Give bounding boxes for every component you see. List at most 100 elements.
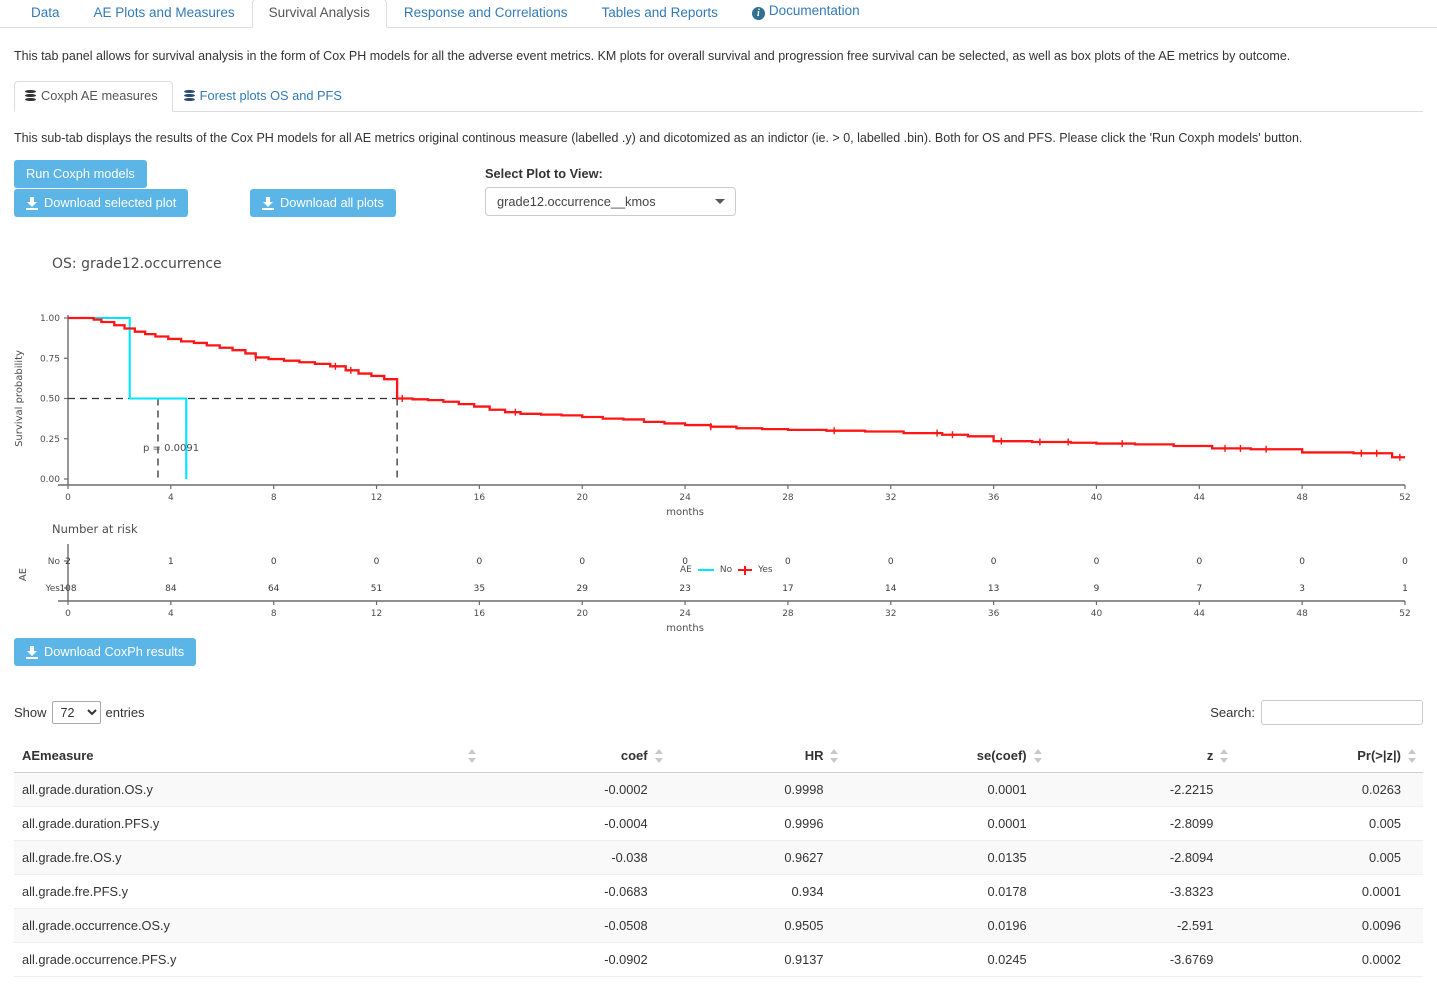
cell-AEmeasure: all.grade.fre.OS.y [14, 841, 483, 875]
table-row[interactable]: all.grade.occurrence.PFS.y-0.09020.91370… [14, 943, 1423, 977]
table-row[interactable]: all.grade.duration.OS.y-0.00020.99980.00… [14, 773, 1423, 807]
column-header-aemeasure[interactable]: AEmeasure [14, 739, 483, 773]
risk-row-label-no: No [48, 557, 61, 567]
risk-value: 0 [888, 557, 894, 567]
cell-AEmeasure: all.grade.occurrence.PFS.y [14, 943, 483, 977]
svg-text:20: 20 [577, 609, 589, 619]
risk-value: 0 [1196, 557, 1202, 567]
column-header-se-coef-[interactable]: se(coef) [845, 739, 1048, 773]
download-coxph-results-button[interactable]: Download CoxPh results [14, 638, 196, 666]
cell-p: 0.005 [1235, 807, 1423, 841]
column-header-pr-z-[interactable]: Pr(>|z|) [1235, 739, 1423, 773]
km-curve-yes [68, 318, 1405, 457]
svg-text:40: 40 [1091, 609, 1103, 619]
column-header-label: HR [805, 748, 824, 763]
svg-text:52: 52 [1399, 493, 1410, 503]
table-row[interactable]: all.grade.duration.PFS.y-0.00040.99960.0… [14, 807, 1423, 841]
run-coxph-label: Run Coxph models [26, 166, 135, 182]
risk-value: 9 [1094, 584, 1100, 594]
column-header-label: coef [621, 748, 648, 763]
page-length-select[interactable]: 10255072100 [52, 701, 101, 724]
risk-table-group-label: AE [18, 568, 29, 581]
risk-value: 0 [682, 557, 688, 567]
sort-arrows-icon[interactable] [655, 749, 663, 763]
plot-selector[interactable]: grade12.occurrence__kmos [485, 187, 736, 216]
page-length-group: Show 10255072100 entries [14, 701, 145, 724]
sort-arrows-icon[interactable] [1220, 749, 1228, 763]
svg-text:36: 36 [988, 609, 1000, 619]
sort-arrows-icon[interactable] [1034, 749, 1042, 763]
column-header-z[interactable]: z [1049, 739, 1236, 773]
subpanel-description: This sub-tab displays the results of the… [0, 112, 1437, 146]
column-header-label: Pr(>|z|) [1357, 748, 1401, 763]
risk-value: 1 [168, 557, 174, 567]
risk-value: 0 [579, 557, 585, 567]
table-row[interactable]: all.grade.fre.PFS.y-0.06830.9340.0178-3.… [14, 875, 1423, 909]
svg-text:44: 44 [1194, 493, 1206, 503]
nav-tab-label: Response and Correlations [404, 5, 568, 20]
table-head: AEmeasure coef HR se(coef) z Pr(>|z|) [14, 739, 1423, 773]
risk-value: 2 [65, 557, 71, 567]
nav-tab-data[interactable]: Data [14, 0, 77, 28]
main-nav-tabs: Data AE Plots and MeasuresSurvival Analys… [0, 0, 1437, 28]
nav-tab-label: Tables and Reports [602, 5, 718, 20]
risk-table-title: Number at risk [52, 522, 138, 536]
nav-tab-ae-plots-and-measures[interactable]: AE Plots and Measures [77, 0, 252, 28]
svg-text:0: 0 [65, 609, 71, 619]
svg-text:36: 36 [988, 493, 1000, 503]
risk-value: 0 [785, 557, 791, 567]
table-row[interactable]: all.grade.fre.OS.y-0.0380.96270.0135-2.8… [14, 841, 1423, 875]
column-header-hr[interactable]: HR [670, 739, 846, 773]
cell-se: 0.0178 [845, 875, 1048, 909]
nav-tab-response-and-correlations[interactable]: Response and Correlations [387, 0, 585, 28]
risk-value: 14 [885, 584, 897, 594]
nav-tab-label: Documentation [769, 3, 860, 18]
plot-selector-value: grade12.occurrence__kmos [497, 194, 656, 209]
svg-text:0.50: 0.50 [40, 395, 60, 405]
svg-text:0: 0 [65, 493, 71, 503]
svg-text:12: 12 [371, 609, 382, 619]
sub-tab-coxph-ae-measures[interactable]: Coxph AE measures [14, 81, 173, 112]
risk-value: 17 [782, 584, 793, 594]
nav-tab-tables-and-reports[interactable]: Tables and Reports [585, 0, 735, 28]
svg-text:24: 24 [679, 493, 691, 503]
risk-value: 0 [991, 557, 997, 567]
svg-text:32: 32 [885, 493, 896, 503]
download-selected-plot-label: Download selected plot [44, 195, 176, 211]
risk-value: 1 [1402, 584, 1408, 594]
download-selected-plot-button[interactable]: Download selected plot [14, 189, 188, 217]
controls-row: Run Coxph models Download selected plot … [14, 160, 1423, 232]
nav-tab-survival-analysis[interactable]: Survival Analysis [252, 0, 387, 28]
column-header-label: se(coef) [977, 748, 1027, 763]
risk-value: 0 [1094, 557, 1100, 567]
risk-value: 84 [165, 584, 177, 594]
datatable-controls: Show 10255072100 entries Search: [14, 700, 1423, 725]
run-coxph-models-button[interactable]: Run Coxph models [14, 160, 147, 188]
sort-arrows-icon[interactable] [468, 749, 476, 763]
cell-AEmeasure: all.grade.duration.PFS.y [14, 807, 483, 841]
table-row[interactable]: all.grade.occurrence.OS.y-0.05080.95050.… [14, 909, 1423, 943]
svg-text:months: months [666, 623, 704, 634]
svg-text:months: months [666, 507, 704, 518]
svg-text:16: 16 [474, 609, 486, 619]
search-input[interactable] [1261, 700, 1423, 725]
risk-value: 7 [1196, 584, 1202, 594]
nav-tab-documentation[interactable]: iDocumentation [735, 0, 877, 28]
svg-text:28: 28 [782, 493, 794, 503]
plot-selector-label: Select Plot to View: [485, 166, 736, 181]
column-header-coef[interactable]: coef [483, 739, 670, 773]
sub-tab-forest-plots-os-and-pfs[interactable]: Forest plots OS and PFS [173, 81, 357, 112]
risk-value: 0 [1299, 557, 1305, 567]
risk-value: 3 [1299, 584, 1305, 594]
cell-z: -2.2215 [1049, 773, 1236, 807]
nav-tab-label: Data [31, 5, 60, 20]
sort-arrows-icon[interactable] [1408, 749, 1416, 763]
sort-arrows-icon[interactable] [830, 749, 838, 763]
cell-se: 0.0245 [845, 943, 1048, 977]
cell-HR: 0.9627 [670, 841, 846, 875]
risk-value: 29 [577, 584, 589, 594]
download-all-plots-button[interactable]: Download all plots [250, 189, 396, 217]
cell-coef: -0.0902 [483, 943, 670, 977]
download-icon [262, 197, 274, 209]
risk-value: 108 [59, 584, 76, 594]
